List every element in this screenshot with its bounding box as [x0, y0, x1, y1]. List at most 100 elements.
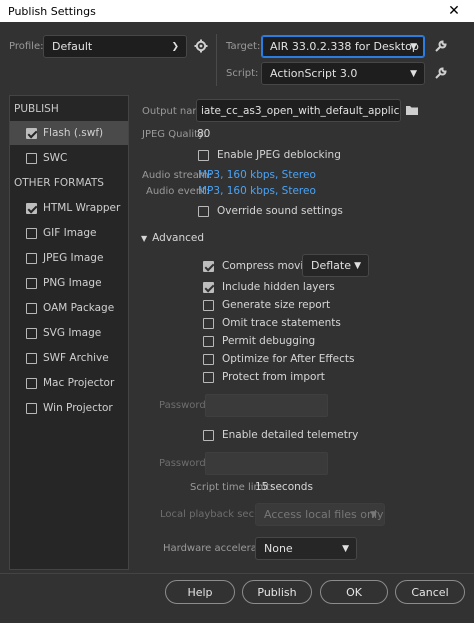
svg-image-checkbox[interactable] — [26, 327, 37, 339]
swc-checkbox[interactable] — [26, 152, 37, 164]
hardware-acceleration-dropdown[interactable]: None ▼ — [255, 537, 357, 560]
sidebar-item-oam-package[interactable]: OAM Package — [10, 296, 128, 320]
sidebar-item-svg-image[interactable]: SVG Image — [10, 321, 128, 345]
chevron-down-icon: ▼ — [342, 543, 349, 554]
include-hidden-layers-option[interactable]: Include hidden layers — [203, 281, 335, 293]
audio-stream-link[interactable]: MP3, 160 kbps, Stereo — [198, 169, 316, 181]
sidebar-item-win-projector[interactable]: Win Projector — [10, 396, 128, 420]
script-dropdown[interactable]: ActionScript 3.0 ▼ — [261, 62, 425, 85]
hardware-acceleration-value: None — [264, 542, 293, 555]
telemetry-password-input[interactable] — [205, 452, 328, 475]
option-label: Include hidden layers — [222, 281, 335, 293]
generate-size-report-option[interactable]: Generate size report — [203, 299, 330, 311]
option-label: Permit debugging — [222, 335, 316, 347]
win-projector-checkbox[interactable] — [26, 402, 37, 414]
close-icon[interactable]: ✕ — [434, 0, 474, 22]
advanced-label: Advanced — [152, 232, 205, 244]
option-label: Generate size report — [222, 299, 331, 311]
advanced-disclosure[interactable]: ▼ Advanced — [141, 232, 204, 244]
help-button[interactable]: Help — [165, 580, 235, 604]
profile-settings-gear-icon[interactable] — [192, 37, 210, 55]
sidebar-item-gif-image[interactable]: GIF Image — [10, 221, 128, 245]
jpeg-quality-value[interactable]: 80 — [197, 128, 210, 140]
target-dropdown[interactable]: AIR 33.0.2.338 for Desktop ▼ — [261, 35, 425, 58]
permit-debugging-option[interactable]: Permit debugging — [203, 335, 315, 347]
folder-icon[interactable] — [403, 101, 421, 119]
enable-jpeg-deblocking-checkbox[interactable] — [198, 149, 209, 161]
option-label: Override sound settings — [217, 205, 343, 217]
sidebar-item-label: Win Projector — [43, 402, 113, 414]
target-settings-wrench-icon[interactable] — [432, 37, 450, 55]
sidebar-item-flash-swf[interactable]: Flash (.swf) — [10, 121, 128, 145]
sidebar-item-mac-projector[interactable]: Mac Projector — [10, 371, 128, 395]
png-image-checkbox[interactable] — [26, 277, 37, 289]
optimize-after-effects-checkbox[interactable] — [203, 353, 214, 365]
chevron-down-icon: ▼ — [410, 41, 417, 52]
enable-jpeg-deblocking-option[interactable]: Enable JPEG deblocking — [198, 149, 341, 161]
title-bar: Publish Settings ✕ — [0, 0, 474, 22]
header-divider — [216, 34, 217, 86]
chevron-down-icon: ▼ — [410, 68, 417, 79]
sidebar-item-label: HTML Wrapper — [43, 202, 121, 214]
sidebar-item-label: Flash (.swf) — [43, 127, 104, 139]
sidebar-item-html-wrapper[interactable]: HTML Wrapper — [10, 196, 128, 220]
option-label: Optimize for After Effects — [222, 353, 355, 365]
permit-debugging-checkbox[interactable] — [203, 335, 214, 347]
publish-button[interactable]: Publish — [242, 580, 312, 604]
sidebar-item-jpeg-image[interactable]: JPEG Image — [10, 246, 128, 270]
script-settings-wrench-icon[interactable] — [432, 64, 450, 82]
telemetry-password-label: Password: — [159, 458, 210, 469]
override-sound-option[interactable]: Override sound settings — [198, 205, 343, 217]
include-hidden-layers-checkbox[interactable] — [203, 281, 214, 293]
gif-image-checkbox[interactable] — [26, 227, 37, 239]
flash-swf-checkbox[interactable] — [26, 127, 37, 139]
publish-heading: PUBLISH — [14, 103, 59, 115]
audio-event-link[interactable]: MP3, 160 kbps, Stereo — [198, 185, 316, 197]
sidebar-item-label: PNG Image — [43, 277, 102, 289]
format-sidebar: PUBLISH Flash (.swf) SWC OTHER FORMATS H… — [9, 95, 129, 570]
window-title: Publish Settings — [8, 4, 96, 18]
script-value: ActionScript 3.0 — [270, 67, 358, 80]
option-label: Enable detailed telemetry — [222, 429, 359, 441]
compress-movie-option[interactable]: Compress movie — [203, 260, 310, 272]
protect-from-import-checkbox[interactable] — [203, 371, 214, 383]
sidebar-item-label: SWC — [43, 152, 68, 164]
compress-movie-checkbox[interactable] — [203, 260, 214, 272]
chevron-down-icon: ▼ — [370, 509, 377, 520]
profile-label: Profile: — [9, 41, 44, 52]
sidebar-item-label: SVG Image — [43, 327, 102, 339]
sidebar-item-label: OAM Package — [43, 302, 115, 314]
sidebar-item-swc[interactable]: SWC — [10, 146, 128, 170]
protect-from-import-option[interactable]: Protect from import — [203, 371, 325, 383]
password-input[interactable] — [205, 394, 328, 417]
omit-trace-option[interactable]: Omit trace statements — [203, 317, 341, 329]
enable-telemetry-checkbox[interactable] — [203, 429, 214, 441]
chevron-down-icon: ▼ — [354, 260, 361, 271]
omit-trace-checkbox[interactable] — [203, 317, 214, 329]
cancel-button[interactable]: Cancel — [395, 580, 465, 604]
output-name-input[interactable]: iate_cc_as3_open_with_default_applicatio… — [196, 99, 401, 122]
generate-size-report-checkbox[interactable] — [203, 299, 214, 311]
html-wrapper-checkbox[interactable] — [26, 202, 37, 214]
footer-divider — [0, 573, 474, 574]
target-value: AIR 33.0.2.338 for Desktop — [270, 40, 419, 53]
oam-package-checkbox[interactable] — [26, 302, 37, 314]
script-time-limit-value[interactable]: 15 — [255, 481, 268, 493]
target-label: Target: — [226, 41, 261, 52]
profile-dropdown[interactable]: Default ❯ — [43, 35, 187, 58]
jpeg-image-checkbox[interactable] — [26, 252, 37, 264]
sidebar-item-label: JPEG Image — [43, 252, 104, 264]
local-playback-dropdown[interactable]: Access local files only ▼ — [255, 503, 385, 526]
option-label: Compress movie — [222, 260, 310, 272]
enable-telemetry-option[interactable]: Enable detailed telemetry — [203, 429, 358, 441]
option-label: Protect from import — [222, 371, 325, 383]
sidebar-item-swf-archive[interactable]: SWF Archive — [10, 346, 128, 370]
compression-dropdown[interactable]: Deflate ▼ — [302, 254, 369, 277]
sidebar-item-png-image[interactable]: PNG Image — [10, 271, 128, 295]
swf-archive-checkbox[interactable] — [26, 352, 37, 364]
optimize-after-effects-option[interactable]: Optimize for After Effects — [203, 353, 354, 365]
compression-value: Deflate — [311, 259, 351, 272]
mac-projector-checkbox[interactable] — [26, 377, 37, 389]
override-sound-checkbox[interactable] — [198, 205, 209, 217]
ok-button[interactable]: OK — [320, 580, 388, 604]
